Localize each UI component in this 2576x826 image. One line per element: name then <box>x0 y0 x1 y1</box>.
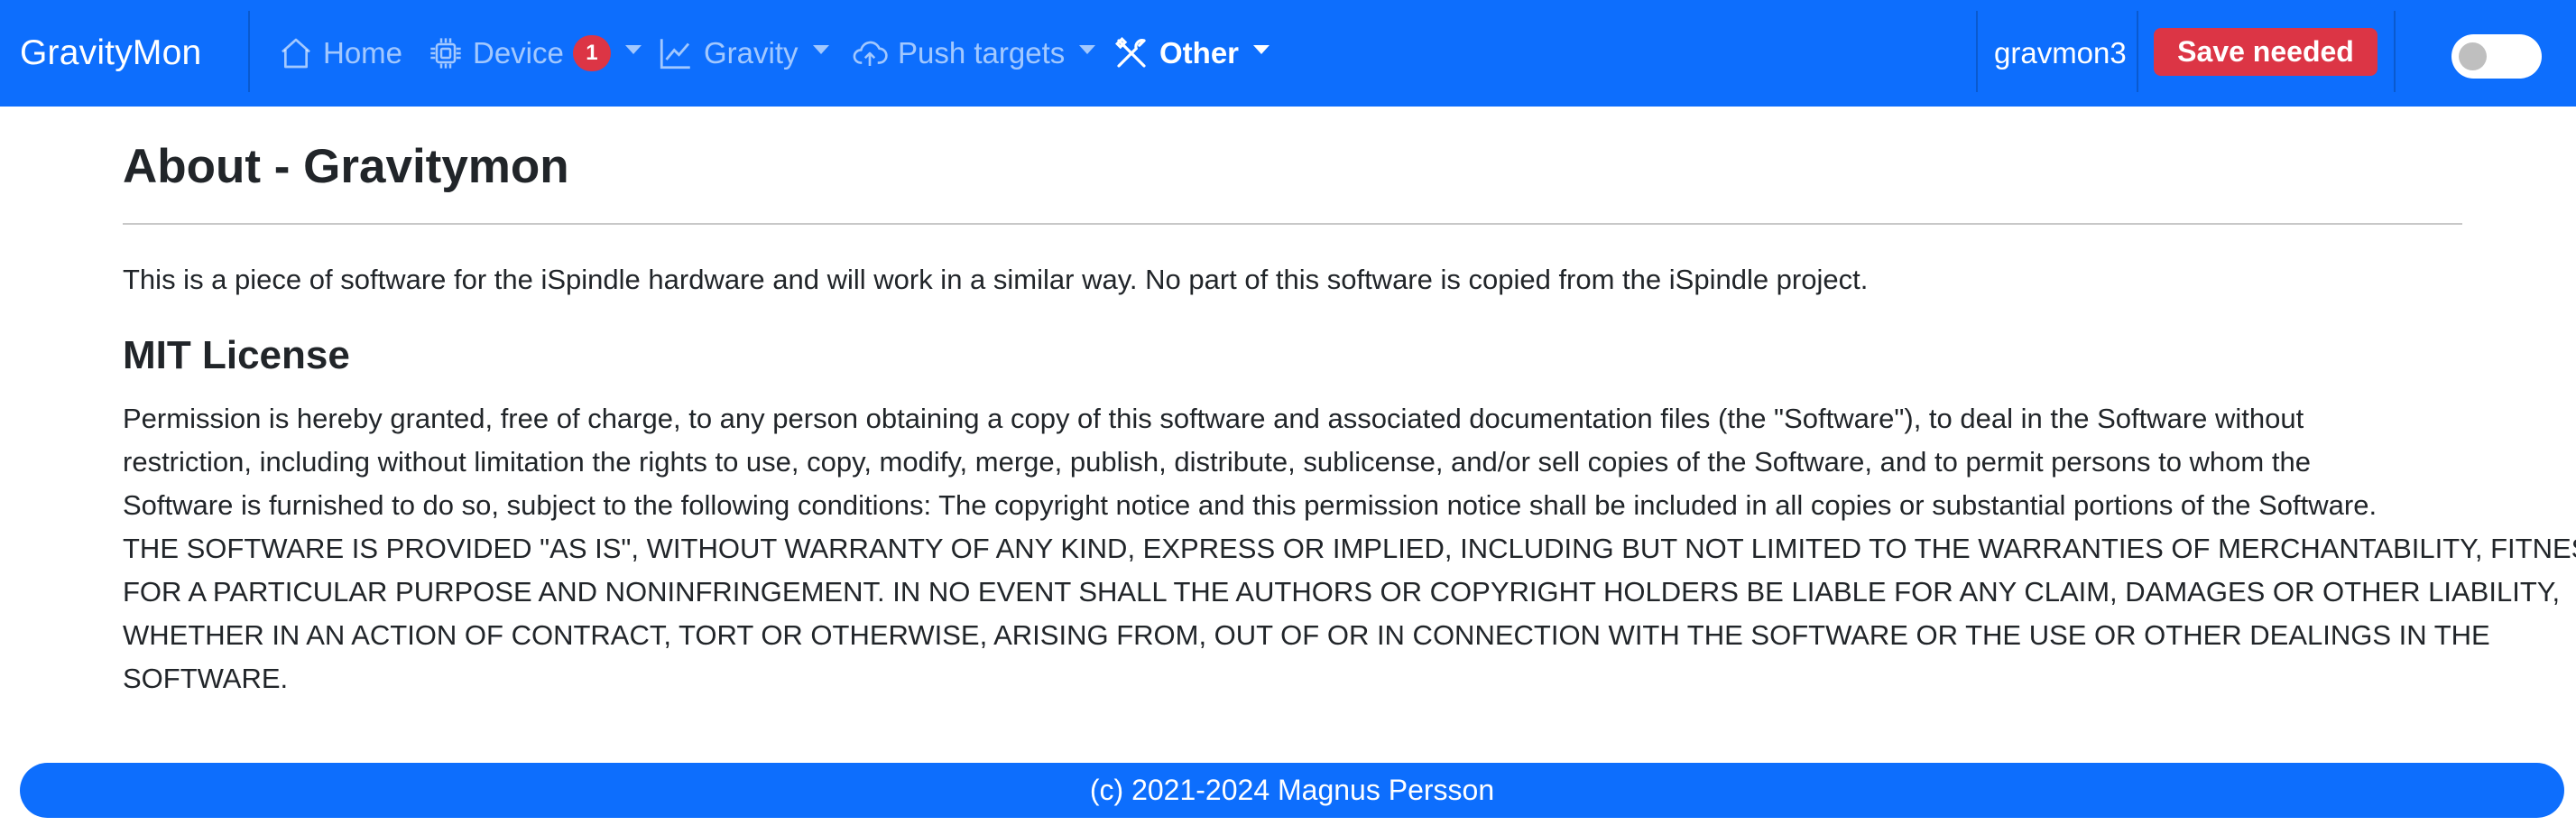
device-notification-badge: 1 <box>572 35 611 71</box>
license-line: THE SOFTWARE IS PROVIDED "AS IS", WITHOU… <box>123 533 2576 564</box>
license-line: Software is furnished to do so, subject … <box>123 489 2377 521</box>
nav-divider <box>2394 11 2396 92</box>
house-icon <box>278 35 314 71</box>
license-text: Permission is hereby granted, free of ch… <box>123 397 2576 701</box>
toggle-knob <box>2459 42 2487 70</box>
nav-home-label: Home <box>323 36 403 70</box>
device-hostname: gravmon3 <box>1994 36 2127 70</box>
nav-gravity-label: Gravity <box>704 36 799 70</box>
license-line: Permission is hereby granted, free of ch… <box>123 403 2304 434</box>
chevron-down-icon <box>812 45 829 54</box>
title-divider <box>123 223 2462 225</box>
chevron-down-icon <box>1079 45 1096 54</box>
nav-push-targets-dropdown[interactable]: Push targets <box>851 0 1096 107</box>
license-line: FOR A PARTICULAR PURPOSE AND NONINFRINGE… <box>123 576 2561 608</box>
nav-other-dropdown[interactable]: Other <box>1113 0 1270 107</box>
cpu-chip-icon <box>428 35 464 71</box>
dark-mode-toggle[interactable] <box>2451 34 2542 79</box>
nav-device-label: Device <box>473 36 564 70</box>
chevron-down-icon <box>624 45 642 54</box>
top-navbar: GravityMon Home Device 1 Gravity Push ta… <box>0 0 2576 107</box>
license-line: restriction, including without limitatio… <box>123 446 2311 478</box>
nav-divider <box>248 11 250 92</box>
nav-divider <box>1976 11 1978 92</box>
nav-divider <box>2137 11 2138 92</box>
license-line: WHETHER IN AN ACTION OF CONTRACT, TORT O… <box>123 619 2490 651</box>
license-heading: MIT License <box>123 333 350 377</box>
cloud-upload-icon <box>851 34 889 72</box>
save-needed-button[interactable]: Save needed <box>2154 28 2377 76</box>
chevron-down-icon <box>1253 45 1270 54</box>
app-brand[interactable]: GravityMon <box>20 0 201 107</box>
nav-gravity-dropdown[interactable]: Gravity <box>657 0 829 107</box>
tools-icon <box>1113 34 1150 72</box>
footer-bar: (c) 2021-2024 Magnus Persson <box>20 763 2564 818</box>
line-chart-icon <box>657 34 695 72</box>
intro-text: This is a piece of software for the iSpi… <box>123 264 1869 295</box>
footer-copyright: (c) 2021-2024 Magnus Persson <box>1089 774 1495 806</box>
page-title: About - Gravitymon <box>123 140 569 193</box>
nav-push-targets-label: Push targets <box>898 36 1066 70</box>
license-line: SOFTWARE. <box>123 663 289 694</box>
nav-home[interactable]: Home <box>278 0 402 107</box>
nav-other-label: Other <box>1159 36 1240 70</box>
nav-device-dropdown[interactable]: Device 1 <box>428 0 642 107</box>
